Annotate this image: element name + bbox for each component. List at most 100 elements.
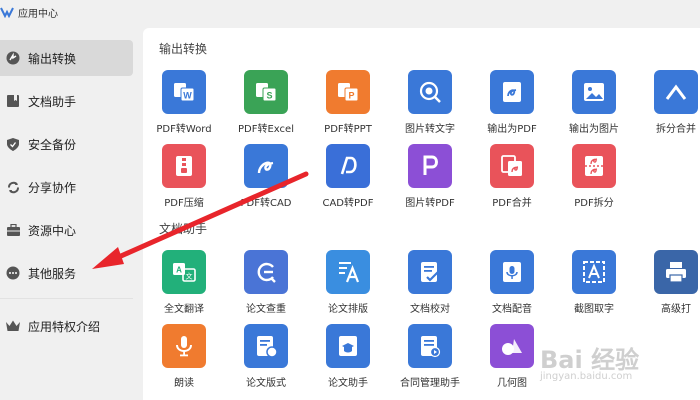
app-logo-icon xyxy=(0,7,14,18)
tool-label: PDF转PPT xyxy=(324,124,372,135)
tool-paper-assistant[interactable]: 论文助手 xyxy=(307,324,389,396)
export-pdf-icon xyxy=(490,70,534,114)
sidebar-item-share-collab[interactable]: 分享协作 xyxy=(0,169,133,205)
pdf-split-icon xyxy=(572,144,616,188)
watermark-subtext: jingyan.baidu.com xyxy=(540,371,633,382)
svg-text:A: A xyxy=(176,266,182,275)
tool-label: 输出为图片 xyxy=(569,124,619,135)
tool-label: 全文翻译 xyxy=(164,304,204,315)
sidebar-item-label: 分享协作 xyxy=(28,180,77,195)
tool-label: 朗读 xyxy=(174,378,194,389)
tool-pdf-to-word[interactable]: W PDF转Word xyxy=(143,70,225,142)
pdf-to-ppt-icon: P xyxy=(326,70,370,114)
pdf-to-excel-icon: S xyxy=(244,70,288,114)
tool-label: 图片转PDF xyxy=(405,198,455,209)
tool-image-to-pdf[interactable]: 图片转PDF xyxy=(389,144,471,216)
tool-doc-voiceover[interactable]: 文档配音 xyxy=(471,250,553,322)
read-aloud-icon xyxy=(162,324,206,368)
tool-paper-typeset[interactable]: 论文排版 xyxy=(307,250,389,322)
sidebar-item-app-privileges[interactable]: 应用特权介绍 xyxy=(0,308,133,344)
tool-advanced-print[interactable]: 高级打 xyxy=(635,250,700,322)
geometry-icon xyxy=(490,324,534,368)
sidebar-item-label: 资源中心 xyxy=(28,223,77,238)
sidebar-item-label: 文档助手 xyxy=(28,94,77,109)
pdf-to-word-icon: W xyxy=(162,70,206,114)
tool-label: 文档校对 xyxy=(410,304,450,315)
print-icon xyxy=(654,250,698,294)
sidebar-item-doc-assistant[interactable]: 文档助手 xyxy=(0,83,133,119)
tool-pdf-split[interactable]: PDF拆分 xyxy=(553,144,635,216)
tool-label: 高级打 xyxy=(661,304,691,315)
tool-pdf-to-cad[interactable]: PDF转CAD xyxy=(225,144,307,216)
share-icon xyxy=(6,180,20,194)
pdf-compress-icon xyxy=(162,144,206,188)
typeset-icon xyxy=(326,250,370,294)
tool-label: 论文版式 xyxy=(246,378,286,389)
sidebar-item-resource-center[interactable]: 资源中心 xyxy=(0,212,133,248)
voiceover-icon xyxy=(490,250,534,294)
svg-text:W: W xyxy=(183,91,192,101)
tool-export-pdf[interactable]: 输出为PDF xyxy=(471,70,553,142)
image-to-pdf-icon xyxy=(408,144,452,188)
sidebar: 输出转换 文档助手 安全备份 分享协作 资源中心 其他服务 应用特权介绍 xyxy=(0,28,142,400)
title-bar: 应用中心 xyxy=(0,0,700,24)
sidebar-item-label: 应用特权介绍 xyxy=(28,319,101,334)
export-image-icon xyxy=(572,70,616,114)
tool-cad-to-pdf[interactable]: CAD转PDF xyxy=(307,144,389,216)
tool-label: PDF拆分 xyxy=(574,198,614,209)
tool-pdf-to-ppt[interactable]: P PDF转PPT xyxy=(307,70,389,142)
pdf-to-cad-icon xyxy=(244,144,288,188)
plagiarism-icon xyxy=(244,250,288,294)
svg-text:S: S xyxy=(266,91,272,101)
sidebar-item-security-backup[interactable]: 安全备份 xyxy=(0,126,133,162)
image-to-text-icon xyxy=(408,70,452,114)
tool-label: 文档配音 xyxy=(492,304,532,315)
paper-format-icon xyxy=(244,324,288,368)
briefcase-icon xyxy=(6,223,20,237)
tool-paper-format[interactable]: 论文版式 xyxy=(225,324,307,396)
tool-doc-proofread[interactable]: 文档校对 xyxy=(389,250,471,322)
sidebar-item-other-services[interactable]: 其他服务 xyxy=(0,255,133,291)
tool-label: 拆分合并 xyxy=(656,124,696,135)
tool-label: PDF合并 xyxy=(492,198,532,209)
convert-icon xyxy=(6,51,20,65)
tool-label: PDF压缩 xyxy=(164,198,204,209)
screenshot-ocr-icon xyxy=(572,250,616,294)
tool-pdf-to-excel[interactable]: S PDF转Excel xyxy=(225,70,307,142)
tool-full-translate[interactable]: A文 全文翻译 xyxy=(143,250,225,322)
tool-read-aloud[interactable]: 朗读 xyxy=(143,324,225,396)
tool-plagiarism-check[interactable]: 论文查重 xyxy=(225,250,307,322)
tool-label: 论文查重 xyxy=(246,304,286,315)
tool-split-merge[interactable]: 拆分合并 xyxy=(635,70,700,142)
shield-icon xyxy=(6,137,20,151)
sidebar-item-label: 其他服务 xyxy=(28,266,77,281)
watermark-text: Bai 经验 xyxy=(540,346,640,374)
bookmark-icon xyxy=(6,94,20,108)
tool-pdf-compress[interactable]: PDF压缩 xyxy=(143,144,225,216)
split-merge-icon xyxy=(654,70,698,114)
watermark: Bai 经验 jingyan.baidu.com xyxy=(540,340,690,396)
tool-label: 论文排版 xyxy=(328,304,368,315)
tool-label: 论文助手 xyxy=(328,378,368,389)
tool-image-to-text[interactable]: 图片转文字 xyxy=(389,70,471,142)
sidebar-item-label: 安全备份 xyxy=(28,137,77,152)
cad-to-pdf-icon xyxy=(326,144,370,188)
section-title-doc-assistant: 文档助手 xyxy=(159,222,208,236)
tool-label: 截图取字 xyxy=(574,304,614,315)
tool-label: 图片转文字 xyxy=(405,124,455,135)
tool-screenshot-ocr[interactable]: 截图取字 xyxy=(553,250,635,322)
sidebar-item-output-convert[interactable]: 输出转换 xyxy=(0,40,133,76)
tool-contract-manager[interactable]: 合同管理助手 xyxy=(389,324,471,396)
tool-pdf-merge[interactable]: PDF合并 xyxy=(471,144,553,216)
tool-label: CAD转PDF xyxy=(322,198,374,209)
section-title-output-convert: 输出转换 xyxy=(159,42,208,56)
pdf-merge-icon xyxy=(490,144,534,188)
sidebar-item-label: 输出转换 xyxy=(28,51,77,66)
paper-assistant-icon xyxy=(326,324,370,368)
tool-label: PDF转Word xyxy=(156,124,212,135)
tool-label: 合同管理助手 xyxy=(400,378,460,389)
tool-export-image[interactable]: 输出为图片 xyxy=(553,70,635,142)
more-icon xyxy=(6,266,20,280)
contract-icon xyxy=(408,324,452,368)
proofread-icon xyxy=(408,250,452,294)
